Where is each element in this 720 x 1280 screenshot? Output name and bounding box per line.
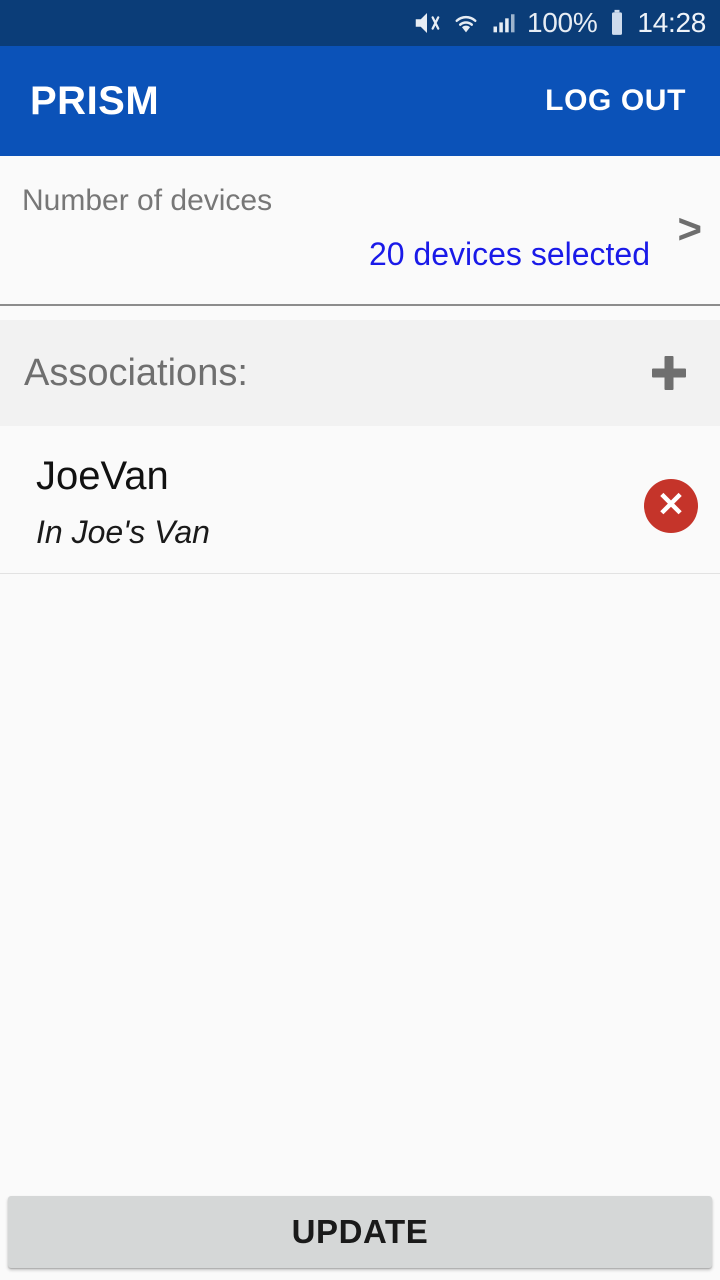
plus-icon[interactable] bbox=[646, 350, 692, 396]
number-of-devices-row[interactable]: Number of devices 20 devices selected > bbox=[0, 156, 720, 306]
number-of-devices-label: Number of devices bbox=[22, 184, 273, 217]
association-name: JoeVan bbox=[36, 454, 169, 498]
update-button[interactable]: UPDATE bbox=[8, 1196, 712, 1268]
app-bar: PRISM LOG OUT bbox=[0, 46, 720, 156]
phone-screen: 100% 14:28 PRISM LOG OUT Number of devic… bbox=[0, 0, 720, 1280]
status-bar: 100% 14:28 bbox=[0, 0, 720, 46]
signal-bars-icon bbox=[490, 9, 518, 37]
logout-button[interactable]: LOG OUT bbox=[541, 76, 690, 126]
devices-selected-value[interactable]: 20 devices selected bbox=[369, 236, 650, 273]
battery-percent-label: 100% bbox=[527, 7, 598, 38]
close-circle-icon[interactable]: ✕ bbox=[644, 479, 698, 533]
battery-full-icon bbox=[606, 8, 628, 38]
associations-title: Associations: bbox=[24, 351, 248, 394]
footer-actions: UPDATE bbox=[8, 1196, 712, 1268]
app-title: PRISM bbox=[30, 78, 160, 123]
mute-vibrate-icon bbox=[412, 8, 442, 38]
associations-list: JoeVan In Joe's Van ✕ bbox=[0, 426, 720, 1280]
chevron-right-icon[interactable]: > bbox=[677, 208, 702, 250]
associations-header: Associations: bbox=[0, 320, 720, 426]
association-description: In Joe's Van bbox=[36, 514, 210, 550]
close-icon-glyph: ✕ bbox=[656, 485, 686, 524]
wifi-icon bbox=[451, 8, 481, 38]
list-item[interactable]: JoeVan In Joe's Van ✕ bbox=[0, 426, 720, 574]
clock-label: 14:28 bbox=[637, 7, 706, 38]
